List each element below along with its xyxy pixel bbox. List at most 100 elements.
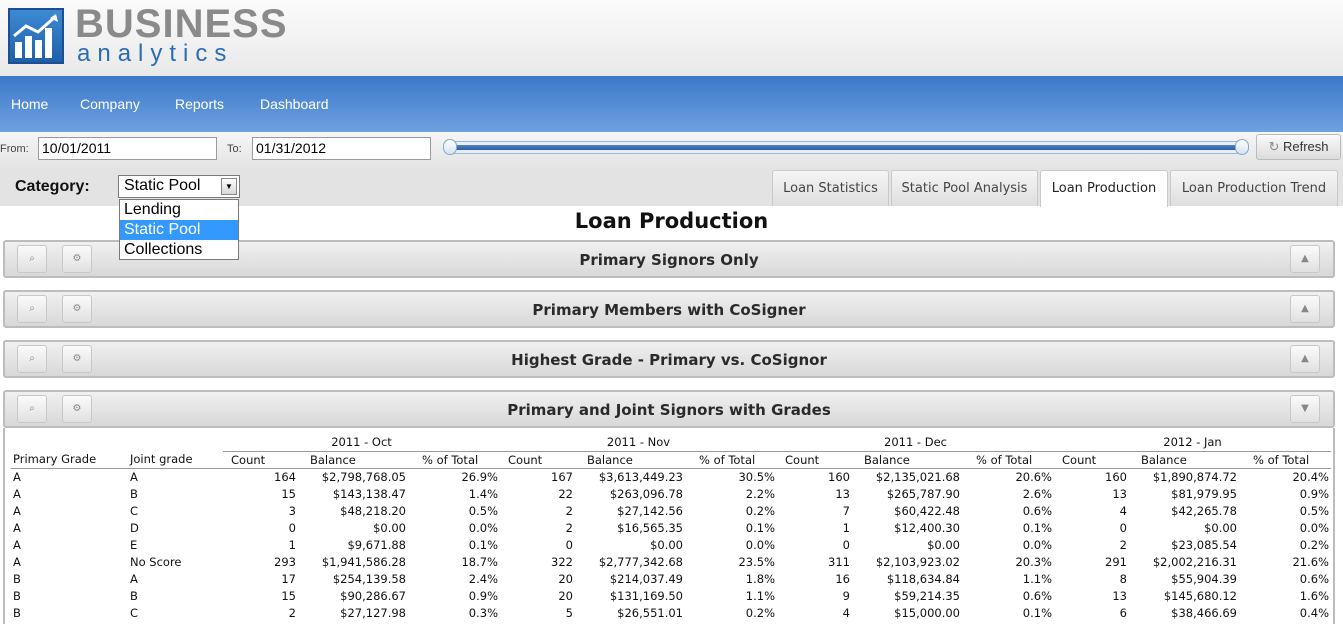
to-date-input[interactable]: 01/31/2012	[252, 137, 431, 160]
table-cell: A	[130, 469, 138, 484]
panel-primary-members-cosigner[interactable]: ⌕ ⚙ Primary Members with CoSigner ▲	[3, 290, 1335, 328]
table-cell: 0.1%	[468, 537, 498, 552]
table-cell: B	[13, 605, 21, 620]
table-cell: 6	[1119, 605, 1127, 620]
table-cell: 23.5%	[738, 554, 775, 569]
table-cell: A	[13, 554, 21, 569]
table-cell: A	[13, 520, 21, 535]
category-option-collections[interactable]: Collections	[120, 240, 238, 260]
grades-table-panel: 2011 - Oct 2011 - Nov 2011 - Dec 2012 - …	[3, 428, 1335, 624]
table-cell: 0.1%	[1022, 520, 1052, 535]
category-option-lending[interactable]: Lending	[120, 200, 238, 220]
bar-chart-logo-icon	[8, 8, 64, 64]
table-cell: 20.3%	[1015, 554, 1052, 569]
table-cell: 322	[551, 554, 573, 569]
category-option-static-pool[interactable]: Static Pool	[120, 220, 238, 240]
main-nav: Home Company Reports Dashboard	[0, 76, 1343, 132]
table-cell: $2,777,342.68	[598, 554, 683, 569]
panel-title: Primary and Joint Signors with Grades	[507, 401, 831, 419]
table-cell: 0	[1119, 520, 1127, 535]
table-cell: A	[13, 469, 21, 484]
period-header: 2011 - Dec	[777, 434, 1054, 452]
from-date-input[interactable]: 10/01/2011	[38, 137, 217, 160]
column-header: % of Total	[408, 451, 500, 469]
table-cell: A	[130, 571, 138, 586]
table-cell: 0.1%	[1022, 605, 1052, 620]
column-header: Balance	[852, 451, 962, 469]
table-cell: $2,135,021.68	[875, 469, 960, 484]
table-cell: C	[130, 605, 139, 620]
table-cell: $23,085.54	[1171, 537, 1237, 552]
column-header: Balance	[298, 451, 408, 469]
to-label: To:	[227, 143, 242, 155]
chevron-up-icon[interactable]: ▲	[1290, 345, 1320, 373]
category-selected-value: Static Pool	[124, 177, 201, 194]
chevron-up-icon[interactable]: ▲	[1290, 245, 1320, 273]
table-cell: $145,680.12	[1163, 588, 1237, 603]
panel-highest-grade[interactable]: ⌕ ⚙ Highest Grade - Primary vs. CoSignor…	[3, 340, 1335, 378]
grades-table: 2011 - Oct 2011 - Nov 2011 - Dec 2012 - …	[11, 434, 1331, 621]
table-cell: 2	[565, 503, 573, 518]
table-cell: 0	[288, 520, 296, 535]
table-cell: $265,787.90	[886, 486, 960, 501]
table-cell: D	[130, 520, 139, 535]
slider-end-handle[interactable]	[1235, 139, 1249, 155]
table-cell: 5	[565, 605, 573, 620]
table-cell: 2.6%	[1022, 486, 1052, 501]
tab-static-pool-analysis[interactable]: Static Pool Analysis	[891, 170, 1038, 206]
column-header: Balance	[1129, 451, 1239, 469]
table-cell: $2,798,768.05	[321, 469, 406, 484]
table-cell: 0.6%	[1022, 503, 1052, 518]
table-cell: 0.5%	[468, 503, 498, 518]
table-cell: $15,000.00	[894, 605, 960, 620]
table-cell: 4	[1119, 503, 1127, 518]
chevron-down-icon[interactable]: ▼	[1290, 395, 1320, 423]
table-cell: 1.1%	[745, 588, 775, 603]
table-cell: 2.2%	[745, 486, 775, 501]
table-cell: 20.6%	[1015, 469, 1052, 484]
nav-company[interactable]: Company	[80, 96, 140, 112]
tab-loan-production-trend[interactable]: Loan Production Trend	[1170, 170, 1338, 206]
table-cell: B	[130, 486, 138, 501]
table-cell: $90,286.67	[340, 588, 406, 603]
table-cell: $1,941,586.28	[321, 554, 406, 569]
column-header: Count	[777, 451, 852, 469]
category-select[interactable]: Static Pool ▼	[118, 175, 240, 198]
tab-loan-production[interactable]: Loan Production	[1040, 170, 1168, 207]
category-label: Category:	[15, 178, 90, 195]
table-cell: 4	[842, 605, 850, 620]
date-range-slider[interactable]	[447, 141, 1247, 154]
tab-loan-statistics[interactable]: Loan Statistics	[772, 170, 889, 206]
table-cell: $1,890,874.72	[1152, 469, 1237, 484]
nav-reports[interactable]: Reports	[175, 96, 224, 112]
period-header: 2011 - Oct	[223, 434, 500, 452]
table-row: A D 0 $0.00 0.0% 2 $16,565.35 0.1% 1 $12,400.30 0.…	[11, 519, 1331, 536]
table-cell: $131,169.50	[609, 588, 683, 603]
panel-primary-joint-grades[interactable]: ⌕ ⚙ Primary and Joint Signors with Grade…	[3, 390, 1335, 428]
table-cell: 0.2%	[745, 503, 775, 518]
nav-home[interactable]: Home	[11, 96, 48, 112]
table-cell: $9,671.88	[347, 537, 406, 552]
table-cell: C	[130, 503, 139, 518]
table-row: B B 15 $90,286.67 0.9% 20 $131,169.50 1.1% 9 $59,…	[11, 587, 1331, 604]
table-cell: 1.4%	[468, 486, 498, 501]
table-cell: 0.6%	[1299, 571, 1329, 586]
slider-start-handle[interactable]	[443, 139, 457, 155]
nav-dashboard[interactable]: Dashboard	[260, 96, 329, 112]
chevron-up-icon[interactable]: ▲	[1290, 295, 1320, 323]
table-cell: 0.3%	[468, 605, 498, 620]
table-cell: $26,551.01	[617, 605, 683, 620]
table-cell: $3,613,449.23	[598, 469, 683, 484]
column-header: Count	[1054, 451, 1129, 469]
table-cell: 311	[828, 554, 850, 569]
table-cell: 16	[835, 571, 850, 586]
column-header: Primary Grade	[11, 451, 128, 469]
date-range-fill	[454, 145, 1240, 150]
table-cell: 8	[1119, 571, 1127, 586]
chevron-down-icon[interactable]: ▼	[221, 178, 237, 195]
table-cell: 18.7%	[461, 554, 498, 569]
refresh-button[interactable]: ↻ Refresh	[1256, 134, 1341, 160]
table-cell: 2	[1119, 537, 1127, 552]
table-cell: 0.2%	[745, 605, 775, 620]
table-cell: 15	[281, 486, 296, 501]
